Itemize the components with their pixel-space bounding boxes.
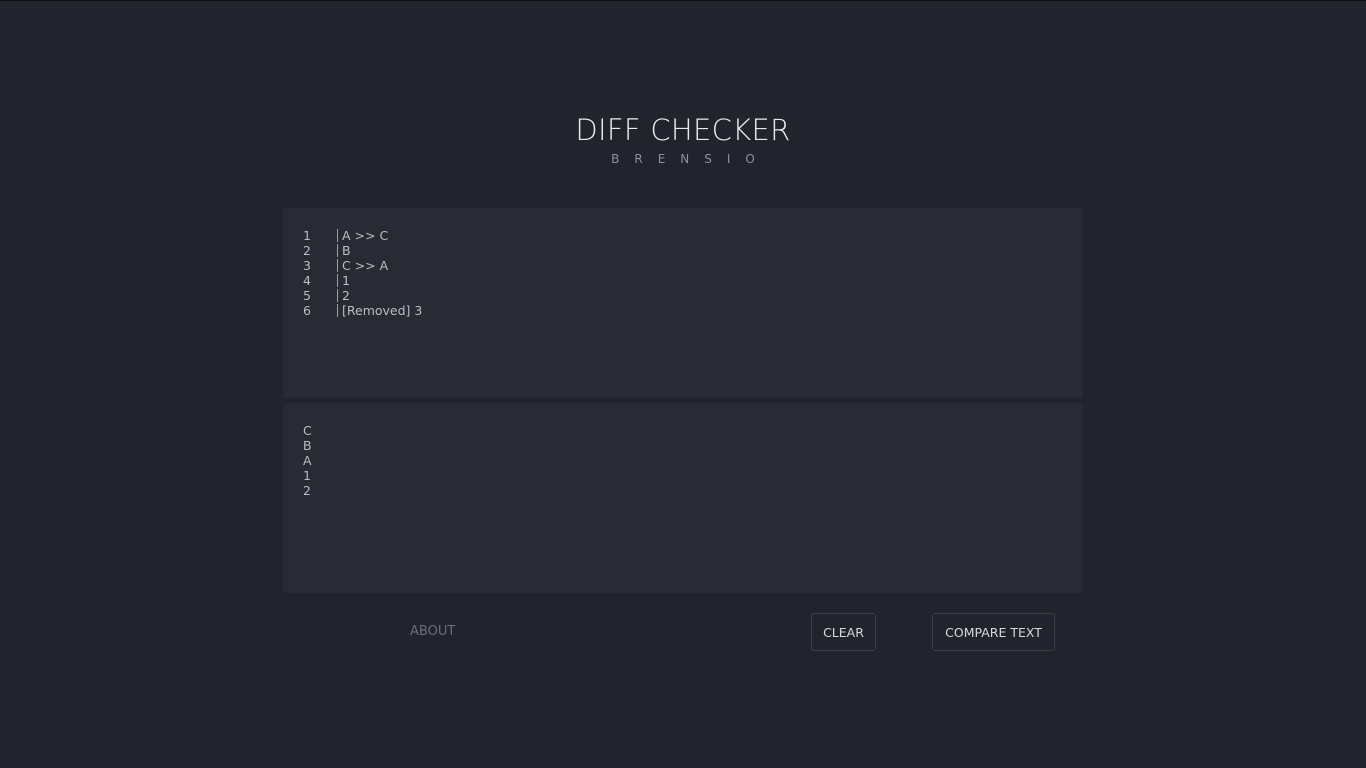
line-separator <box>337 304 338 317</box>
line-text: 2 <box>342 288 350 303</box>
text-input-area[interactable]: C B A 1 2 <box>283 403 1083 593</box>
diff-line: 1 A >> C <box>303 228 1063 243</box>
line-text: B <box>342 243 351 258</box>
diff-line: 3 C >> A <box>303 258 1063 273</box>
input-line: B <box>303 438 312 453</box>
line-number: 6 <box>303 303 311 318</box>
line-number: 3 <box>303 258 311 273</box>
clear-button[interactable]: CLEAR <box>811 613 876 651</box>
diff-result-panel[interactable]: 1 A >> C 2 B 3 C >> A 4 1 5 2 6 [Removed… <box>283 208 1083 398</box>
line-text: 1 <box>342 273 350 288</box>
diff-line: 4 1 <box>303 273 1063 288</box>
diff-line: 5 2 <box>303 288 1063 303</box>
compare-text-button[interactable]: COMPARE TEXT <box>932 613 1055 651</box>
line-text: C >> A <box>342 258 389 273</box>
input-line: 2 <box>303 483 311 498</box>
about-link[interactable]: ABOUT <box>410 624 455 639</box>
line-text: A >> C <box>342 228 389 243</box>
line-separator <box>337 229 338 242</box>
line-separator <box>337 259 338 272</box>
line-number: 1 <box>303 228 311 243</box>
top-border <box>0 0 1366 1</box>
line-separator <box>337 289 338 302</box>
input-line: A <box>303 453 312 468</box>
line-number: 5 <box>303 288 311 303</box>
page-title: DIFF CHECKER <box>575 113 791 147</box>
app-header: DIFF CHECKER BRENSIO <box>0 112 1366 167</box>
line-text: [Removed] 3 <box>342 303 423 318</box>
diff-line: 2 B <box>303 243 1063 258</box>
line-separator <box>337 274 338 287</box>
diff-line: 6 [Removed] 3 <box>303 303 1063 318</box>
input-line: C <box>303 423 312 438</box>
brand-subtitle: BRENSIO <box>611 152 770 166</box>
input-line: 1 <box>303 468 311 483</box>
line-separator <box>337 244 338 257</box>
line-number: 2 <box>303 243 311 258</box>
line-number: 4 <box>303 273 311 288</box>
